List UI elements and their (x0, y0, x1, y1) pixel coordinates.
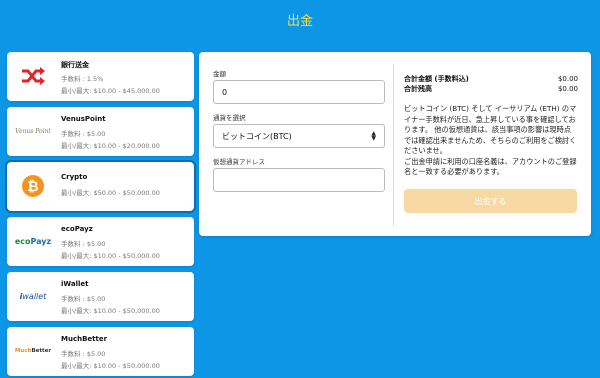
amount-label: 金額 (213, 70, 226, 78)
method-venuspoint[interactable]: Venus Point VenusPoint 手数料 : $5.00 最小/最大… (7, 107, 194, 156)
venuspoint-logo: Venus Point (13, 115, 53, 147)
withdrawal-form: 金額 通貨を選択 ビットコイン(BTC) ▲▼ 仮想通貨アドレス (213, 68, 385, 200)
ecopayz-logo-eco: eco (14, 236, 31, 246)
method-limit: 最小/最大: $10.00 - $50,000.00 (61, 307, 160, 315)
ecopayz-logo-payz: Payz (30, 236, 52, 246)
account-name-notice: ご出金申請に利用の口座名義は、アカウントのご登録名と一致する必要があります。 (404, 156, 577, 177)
currency-selected-value: ビットコイン(BTC) (222, 131, 292, 141)
panel-divider (393, 64, 394, 226)
method-name: 銀行送金 (61, 61, 89, 69)
method-iwallet[interactable]: iwallet iWallet 手数料 : $5.00 最小/最大: $10.0… (7, 272, 194, 321)
venuspoint-logo-text: Venus Point (15, 127, 51, 135)
currency-select[interactable]: ビットコイン(BTC) ▲ ▼ (213, 124, 385, 148)
crypto-address-input[interactable] (222, 175, 376, 185)
total-balance-label: 合計残高 (404, 85, 432, 93)
method-fee: 手数料 : $5.00 (61, 130, 106, 138)
method-limit: 最小/最大: $10.00 - $20,000.00 (61, 142, 160, 150)
amount-field-wrapper (213, 80, 385, 104)
method-crypto[interactable]: ₿ Crypto 最小/最大: $50.00 - $50,000.00 (5, 160, 196, 213)
method-limit: 最小/最大: $50.00 - $50,000.00 (61, 189, 160, 197)
method-limit: 最小/最大: $10.00 - $50,000.00 (61, 362, 160, 370)
method-ecopayz[interactable]: ecoPayz ecoPayz 手数料 : $5.00 最小/最大: $10.0… (7, 217, 194, 266)
withdraw-button[interactable]: 出金する (404, 189, 577, 213)
method-fee: 手数料 : $5.00 (61, 240, 106, 248)
select-arrows-icon: ▲ ▼ (371, 130, 376, 142)
muchbetter-logo-better: Better (31, 348, 52, 354)
withdrawal-summary: 合計金額 (手数料込) $0.00 合計残高 $0.00 ビットコイン (BTC… (404, 74, 578, 178)
method-name: Crypto (61, 173, 88, 181)
method-name: ecoPayz (61, 225, 93, 233)
ecopayz-logo: ecoPayz (13, 225, 53, 257)
currency-label: 通貨を選択 (213, 114, 246, 122)
method-name: iWallet (61, 280, 89, 288)
amount-input[interactable] (222, 87, 376, 97)
muchbetter-logo: MuchBetter (13, 335, 53, 367)
iwallet-logo-wallet: wallet (22, 291, 47, 301)
notice-text: ビットコイン (BTC) そして イーサリアム (ETH) のマイナー手数料が近… (404, 104, 578, 178)
page-title: 出金 (286, 14, 313, 29)
method-bank-transfer[interactable]: 銀行送金 手数料 : 1.5% 最小/最大: $10.00 - $45,000.… (7, 52, 194, 101)
total-amount-value: $0.00 (557, 75, 578, 83)
bitcoin-icon: ₿ (13, 170, 53, 202)
method-fee: 手数料 : $5.00 (61, 350, 106, 358)
svg-text:₿: ₿ (27, 179, 38, 195)
total-balance-value: $0.00 (557, 85, 578, 93)
muchbetter-logo-much: Much (14, 348, 32, 354)
shuffle-icon (13, 60, 53, 92)
method-fee: 手数料 : $5.00 (61, 295, 106, 303)
payment-method-list: 銀行送金 手数料 : 1.5% 最小/最大: $10.00 - $45,000.… (5, 52, 196, 378)
total-amount-row: 合計金額 (手数料込) $0.00 (404, 74, 578, 84)
method-fee: 手数料 : 1.5% (61, 75, 104, 83)
crypto-address-label: 仮想通貨アドレス (213, 158, 265, 166)
total-amount-label: 合計金額 (手数料込) (404, 75, 469, 83)
withdrawal-panel: 金額 通貨を選択 ビットコイン(BTC) ▲▼ 仮想通貨アドレス 合計金額 (手… (199, 52, 591, 236)
method-limit: 最小/最大: $10.00 - $45,000.00 (61, 87, 160, 95)
method-name: VenusPoint (61, 115, 106, 123)
method-limit: 最小/最大: $10.00 - $50,000.00 (61, 252, 160, 260)
total-balance-row: 合計残高 $0.00 (404, 84, 578, 94)
iwallet-logo: iwallet (13, 280, 53, 312)
method-muchbetter[interactable]: MuchBetter MuchBetter 手数料 : $5.00 最小/最大:… (7, 327, 194, 376)
method-name: MuchBetter (61, 335, 108, 343)
address-field-wrapper (213, 168, 385, 192)
miner-fee-notice: ビットコイン (BTC) そして イーサリアム (ETH) のマイナー手数料が近… (404, 104, 577, 155)
